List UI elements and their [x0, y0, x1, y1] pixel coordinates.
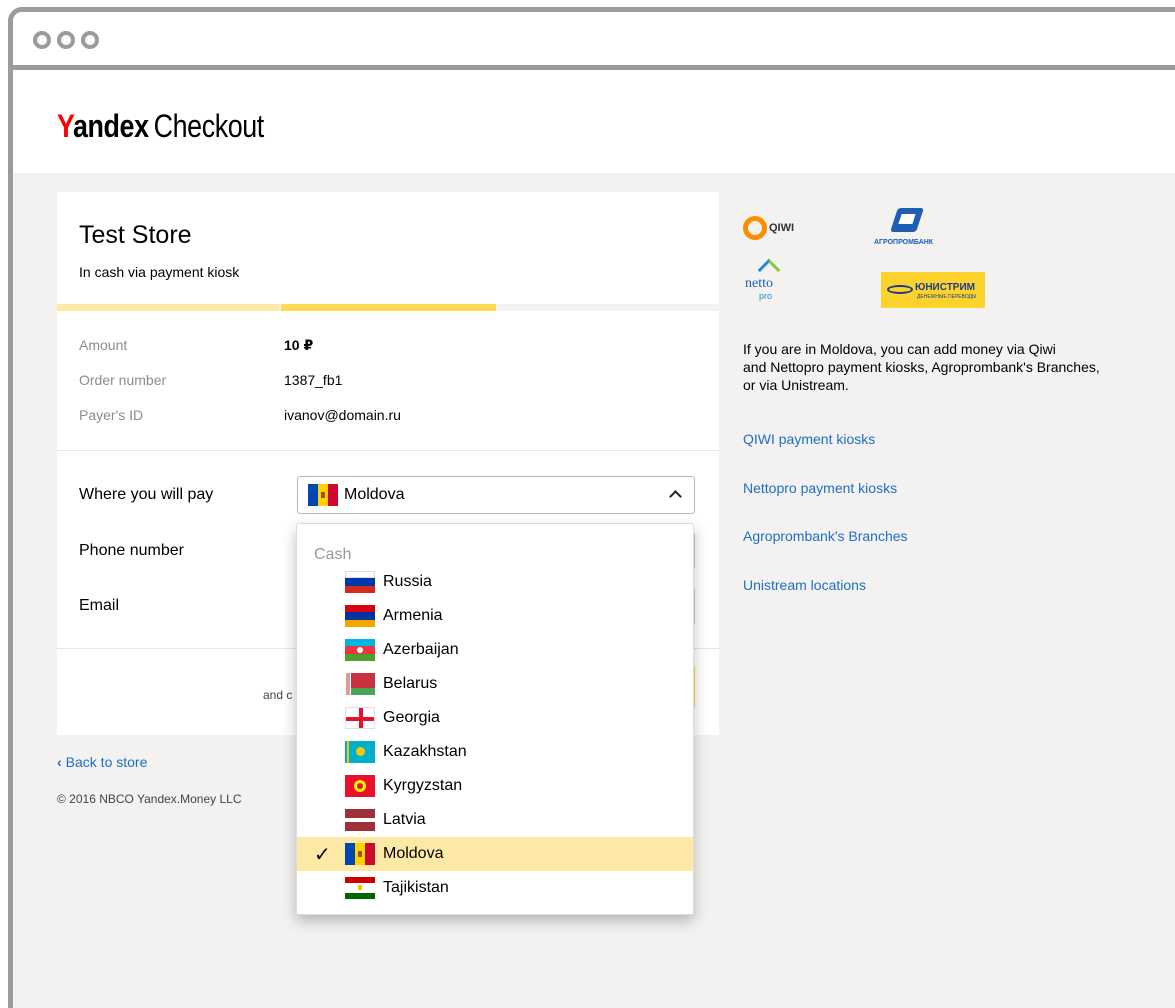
latvia-flag-icon — [345, 809, 375, 831]
progress-step-2 — [281, 304, 496, 311]
payment-info-text: If you are in Moldova, you can add money… — [743, 341, 1100, 393]
store-title: Test Store — [79, 221, 192, 249]
site-header: Yandex Checkout — [13, 70, 1175, 173]
georgia-flag-icon — [345, 707, 375, 729]
kazakhstan-flag-icon — [345, 741, 375, 763]
unistream-oval-icon — [887, 285, 913, 294]
dropdown-option-armenia[interactable]: Armenia — [297, 599, 693, 633]
qiwi-logo: QIWI — [743, 214, 815, 244]
armenia-flag-icon — [345, 605, 375, 627]
order-number-value: 1387_fb1 — [284, 372, 343, 388]
phone-number-label: Phone number — [79, 542, 184, 559]
dropdown-group-label: Cash — [314, 546, 352, 563]
checkmark-icon: ✓ — [314, 844, 331, 866]
dropdown-option-georgia[interactable]: Georgia — [297, 701, 693, 735]
nettopro-kiosks-link[interactable]: Nettopro payment kiosks — [743, 480, 897, 496]
window-maximize-dot[interactable] — [81, 31, 99, 49]
unistream-logo: ЮНИСТРИМ ДЕНЕЖНЫЕ ПЕРЕВОДЫ — [881, 272, 985, 308]
divider — [57, 450, 719, 451]
belarus-flag-icon — [345, 673, 375, 695]
selected-country: Moldova — [344, 486, 405, 503]
order-number-label: Order number — [79, 372, 167, 388]
agroprombank-logo: АГРОПРОМБАНК — [874, 208, 949, 252]
payer-id-value: ivanov@domain.ru — [284, 407, 401, 423]
payment-method-subtitle: In cash via payment kiosk — [79, 264, 240, 280]
kyrgyzstan-flag-icon — [345, 775, 375, 797]
yandex-checkout-logo[interactable]: Yandex Checkout — [57, 108, 264, 145]
russia-flag-icon — [345, 571, 375, 593]
where-you-pay-label: Where you will pay — [79, 486, 214, 503]
progress-bar — [57, 304, 719, 311]
dropdown-option-kazakhstan[interactable]: Kazakhstan — [297, 735, 693, 769]
copyright: © 2016 NBCO Yandex.Money LLC — [57, 792, 242, 806]
dropdown-option-russia[interactable]: Russia — [297, 565, 693, 599]
moldova-flag-icon — [345, 843, 375, 865]
unistream-locations-link[interactable]: Unistream locations — [743, 577, 866, 593]
azerbaijan-flag-icon — [345, 639, 375, 661]
window-minimize-dot[interactable] — [57, 31, 75, 49]
dropdown-option-kyrgyzstan[interactable]: Kyrgyzstan — [297, 769, 693, 803]
dropdown-option-latvia[interactable]: Latvia — [297, 803, 693, 837]
chevron-left-icon: ‹ — [57, 754, 62, 770]
agroprombank-branches-link[interactable]: Agroprombank's Branches — [743, 528, 908, 544]
terms-text-line2: and c — [263, 688, 293, 702]
country-select[interactable]: Moldova — [297, 476, 695, 514]
dropdown-option-moldova[interactable]: ✓ Moldova — [297, 837, 693, 871]
qiwi-ring-icon — [743, 216, 767, 240]
payer-id-label: Payer's ID — [79, 407, 144, 423]
nettopro-logo: netto pro — [745, 258, 805, 302]
chevron-up-icon — [669, 490, 682, 503]
amount-label: Amount — [79, 337, 128, 353]
dropdown-option-belarus[interactable]: Belarus — [297, 667, 693, 701]
email-label: Email — [79, 597, 120, 614]
browser-titlebar — [13, 12, 1175, 70]
qiwi-kiosks-link[interactable]: QIWI payment kiosks — [743, 431, 875, 447]
dropdown-option-tajikistan[interactable]: Tajikistan — [297, 871, 693, 905]
back-to-store-link[interactable]: ‹ Back to store — [57, 754, 147, 770]
progress-step-1 — [57, 304, 279, 311]
amount-value: 10 ₽ — [284, 337, 314, 353]
tajikistan-flag-icon — [345, 877, 375, 899]
country-dropdown: Cash Russia Armenia Azerbaijan Belarus G… — [296, 523, 694, 915]
dropdown-option-azerbaijan[interactable]: Azerbaijan — [297, 633, 693, 667]
moldova-flag-icon — [308, 484, 338, 506]
window-close-dot[interactable] — [33, 31, 51, 49]
